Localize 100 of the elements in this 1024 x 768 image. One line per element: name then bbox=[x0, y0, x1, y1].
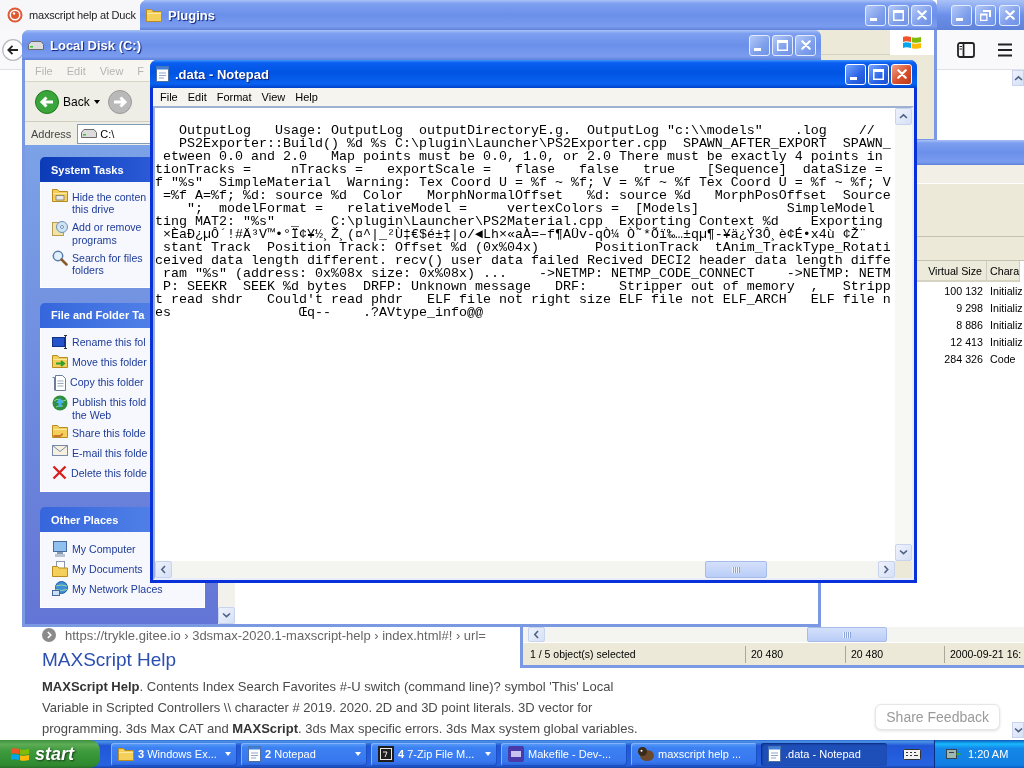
table-cell-text: Initializ bbox=[989, 318, 1023, 331]
archive-icon bbox=[378, 746, 394, 762]
menu-item[interactable]: Format bbox=[211, 91, 257, 103]
task-link[interactable]: Rename this fol bbox=[52, 334, 146, 351]
network-icon bbox=[52, 581, 68, 596]
minimize-button[interactable] bbox=[749, 34, 770, 56]
menu-item[interactable]: Edit bbox=[182, 91, 212, 103]
column-header[interactable]: Chara bbox=[987, 261, 1021, 282]
table-cell-text: Initializ bbox=[989, 284, 1023, 297]
task-link[interactable]: Publish this fold the Web bbox=[52, 394, 147, 421]
site-icon bbox=[42, 628, 56, 642]
task-link[interactable]: Search for files folders bbox=[52, 250, 143, 277]
taskbar-button[interactable]: Makefile - Dev-... bbox=[501, 742, 627, 766]
chevron-down-icon bbox=[1013, 726, 1023, 734]
scroll-left-button[interactable] bbox=[155, 561, 172, 578]
scroll-right-button[interactable] bbox=[878, 561, 895, 578]
taskbar-button[interactable]: 2 Notepad bbox=[241, 742, 367, 766]
chevron-left-icon bbox=[160, 565, 167, 574]
scrollbar-corner bbox=[895, 561, 912, 578]
scroll-thumb[interactable] bbox=[807, 627, 887, 642]
taskbar-button[interactable]: 3 Windows Ex... bbox=[111, 742, 237, 766]
folder-icon bbox=[52, 189, 68, 202]
scroll-up-button[interactable] bbox=[895, 108, 912, 125]
task-link[interactable]: My Network Places bbox=[52, 581, 163, 597]
result-title-link[interactable]: MAXScript Help bbox=[42, 648, 177, 672]
arrow-left-icon bbox=[35, 89, 59, 114]
minimize-button[interactable] bbox=[865, 4, 886, 26]
close-button[interactable] bbox=[999, 4, 1020, 26]
window-title: .data - Notepad bbox=[175, 66, 269, 82]
table-cell-text: Code bbox=[989, 352, 1016, 365]
task-link[interactable]: Share this folde bbox=[52, 425, 146, 441]
table-cell-text: Initializ bbox=[989, 301, 1023, 314]
table-cell-text: 9 298 bbox=[955, 301, 984, 314]
menu-item[interactable]: View bbox=[256, 91, 291, 103]
sidebar-icon[interactable] bbox=[957, 41, 975, 58]
panel-header[interactable]: File and Folder Ta bbox=[40, 302, 150, 328]
menu-icon[interactable] bbox=[998, 42, 1012, 57]
restore-button[interactable] bbox=[975, 4, 996, 26]
maximize-button[interactable] bbox=[772, 34, 793, 56]
minimize-icon bbox=[870, 17, 877, 21]
task-link[interactable]: Move this folder bbox=[52, 354, 147, 371]
globe-icon bbox=[52, 394, 68, 411]
scroll-left-button[interactable] bbox=[528, 627, 545, 642]
result-url[interactable]: https://trykle.gitee.io › 3dsmax-2020.1-maxscript-help › index.html#! › url= bbox=[65, 627, 486, 643]
taskbar-button[interactable]: .data - Notepad bbox=[761, 742, 887, 766]
panel-header[interactable]: System Tasks bbox=[40, 157, 150, 182]
chevron-down-icon bbox=[222, 612, 231, 619]
column-header[interactable]: Virtual Size bbox=[917, 261, 987, 282]
maximize-icon bbox=[893, 9, 904, 21]
scroll-down-button[interactable] bbox=[218, 607, 235, 624]
task-link[interactable]: Copy this folder bbox=[52, 374, 144, 391]
menu-item[interactable]: File bbox=[155, 91, 183, 103]
task-link[interactable]: E-mail this folde bbox=[52, 445, 148, 461]
horizontal-scrollbar[interactable] bbox=[155, 561, 895, 578]
task-link[interactable]: My Computer bbox=[52, 541, 136, 557]
window-title: Plugins bbox=[168, 7, 215, 23]
browser-tab[interactable]: maxscript help at Duck bbox=[0, 0, 140, 30]
task-link[interactable]: Delete this folde bbox=[52, 465, 147, 481]
keyboard-icon[interactable] bbox=[903, 748, 921, 760]
maximize-button[interactable] bbox=[888, 4, 909, 26]
shared-folder-icon bbox=[52, 425, 68, 438]
vertical-scrollbar[interactable] bbox=[895, 108, 912, 561]
status-text: 2000-09-21 16: bbox=[944, 645, 1022, 663]
close-button[interactable] bbox=[795, 34, 816, 56]
arrow-right-icon bbox=[107, 89, 132, 114]
minimize-icon bbox=[754, 47, 761, 51]
minimize-icon bbox=[850, 76, 857, 80]
panel-header[interactable]: Other Places bbox=[40, 507, 150, 532]
scroll-thumb[interactable] bbox=[705, 561, 767, 578]
back-button[interactable]: Back bbox=[35, 89, 100, 114]
address-field[interactable]: C:\ bbox=[77, 123, 152, 144]
close-icon bbox=[916, 10, 927, 20]
minimize-button[interactable] bbox=[951, 4, 972, 26]
task-link[interactable]: Hide the conten this drive bbox=[52, 189, 147, 216]
window-title: Local Disk (C:) bbox=[50, 37, 141, 53]
scroll-down-button[interactable] bbox=[1012, 722, 1024, 738]
menu-item[interactable]: Help bbox=[290, 91, 323, 103]
horizontal-scrollbar[interactable] bbox=[523, 627, 1024, 642]
drive-icon bbox=[28, 40, 44, 50]
status-text: 20 480 bbox=[845, 645, 944, 663]
text-box-icon bbox=[52, 334, 68, 349]
start-button[interactable]: start bbox=[0, 740, 100, 768]
chevron-up-icon bbox=[899, 113, 908, 120]
close-button[interactable] bbox=[911, 4, 932, 26]
chevron-right-icon bbox=[883, 565, 890, 574]
notepad-icon bbox=[248, 746, 261, 762]
device-icon[interactable] bbox=[945, 747, 961, 761]
envelope-icon bbox=[52, 445, 68, 456]
status-text: 20 480 bbox=[745, 645, 845, 663]
taskbar-button[interactable]: maxscript help ... bbox=[631, 742, 757, 766]
chevron-down-icon bbox=[899, 549, 908, 556]
scroll-down-button[interactable] bbox=[895, 544, 912, 561]
address-label: Address bbox=[31, 127, 72, 140]
bird-icon bbox=[638, 747, 654, 761]
task-link[interactable]: My Documents bbox=[52, 561, 143, 577]
task-link[interactable]: Add or remove programs bbox=[52, 219, 142, 246]
caret-icon bbox=[225, 752, 231, 756]
taskbar-button[interactable]: 4 7-Zip File M... bbox=[371, 742, 497, 766]
folder-arrow-icon bbox=[52, 354, 68, 368]
scroll-up-button[interactable] bbox=[1012, 70, 1024, 86]
